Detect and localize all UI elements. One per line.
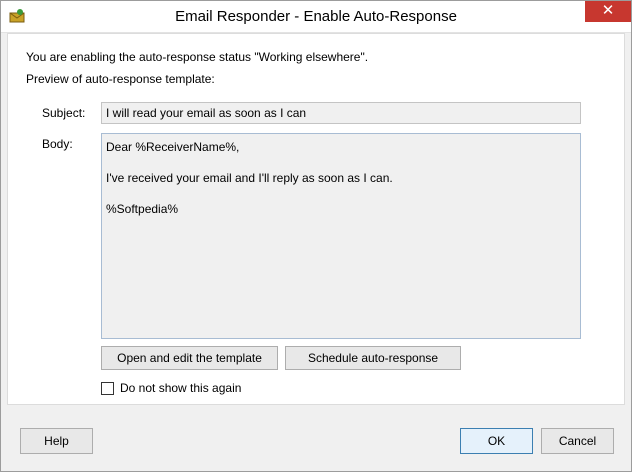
cancel-button[interactable]: Cancel xyxy=(541,428,614,454)
body-label: Body: xyxy=(42,137,73,151)
body-field[interactable]: Dear %ReceiverName%, I've received your … xyxy=(101,133,581,339)
subject-label: Subject: xyxy=(42,106,86,120)
content-panel: You are enabling the auto-response statu… xyxy=(7,33,625,405)
do-not-show-label[interactable]: Do not show this again xyxy=(120,381,241,395)
body-line-signature: %Softpedia% xyxy=(106,202,179,216)
preview-heading: Preview of auto-response template: xyxy=(26,72,215,86)
close-icon: ✕ xyxy=(601,2,615,19)
dialog-window: Email Responder - Enable Auto-Response ✕… xyxy=(0,0,632,472)
ok-button[interactable]: OK xyxy=(460,428,533,454)
body-line-greeting: Dear %ReceiverName%, xyxy=(106,140,240,154)
status-message: You are enabling the auto-response statu… xyxy=(26,50,369,64)
dialog-footer: Help OK Cancel xyxy=(1,406,631,471)
schedule-auto-response-button[interactable]: Schedule auto-response xyxy=(285,346,461,370)
title-bar[interactable]: Email Responder - Enable Auto-Response ✕ xyxy=(1,1,631,33)
window-title: Email Responder - Enable Auto-Response xyxy=(175,8,457,25)
do-not-show-checkbox[interactable] xyxy=(101,382,114,395)
body-line-message: I've received your email and I'll reply … xyxy=(106,171,393,185)
subject-field: I will read your email as soon as I can xyxy=(101,102,581,124)
help-button[interactable]: Help xyxy=(20,428,93,454)
open-edit-template-button[interactable]: Open and edit the template xyxy=(101,346,278,370)
close-button[interactable]: ✕ xyxy=(585,1,631,22)
